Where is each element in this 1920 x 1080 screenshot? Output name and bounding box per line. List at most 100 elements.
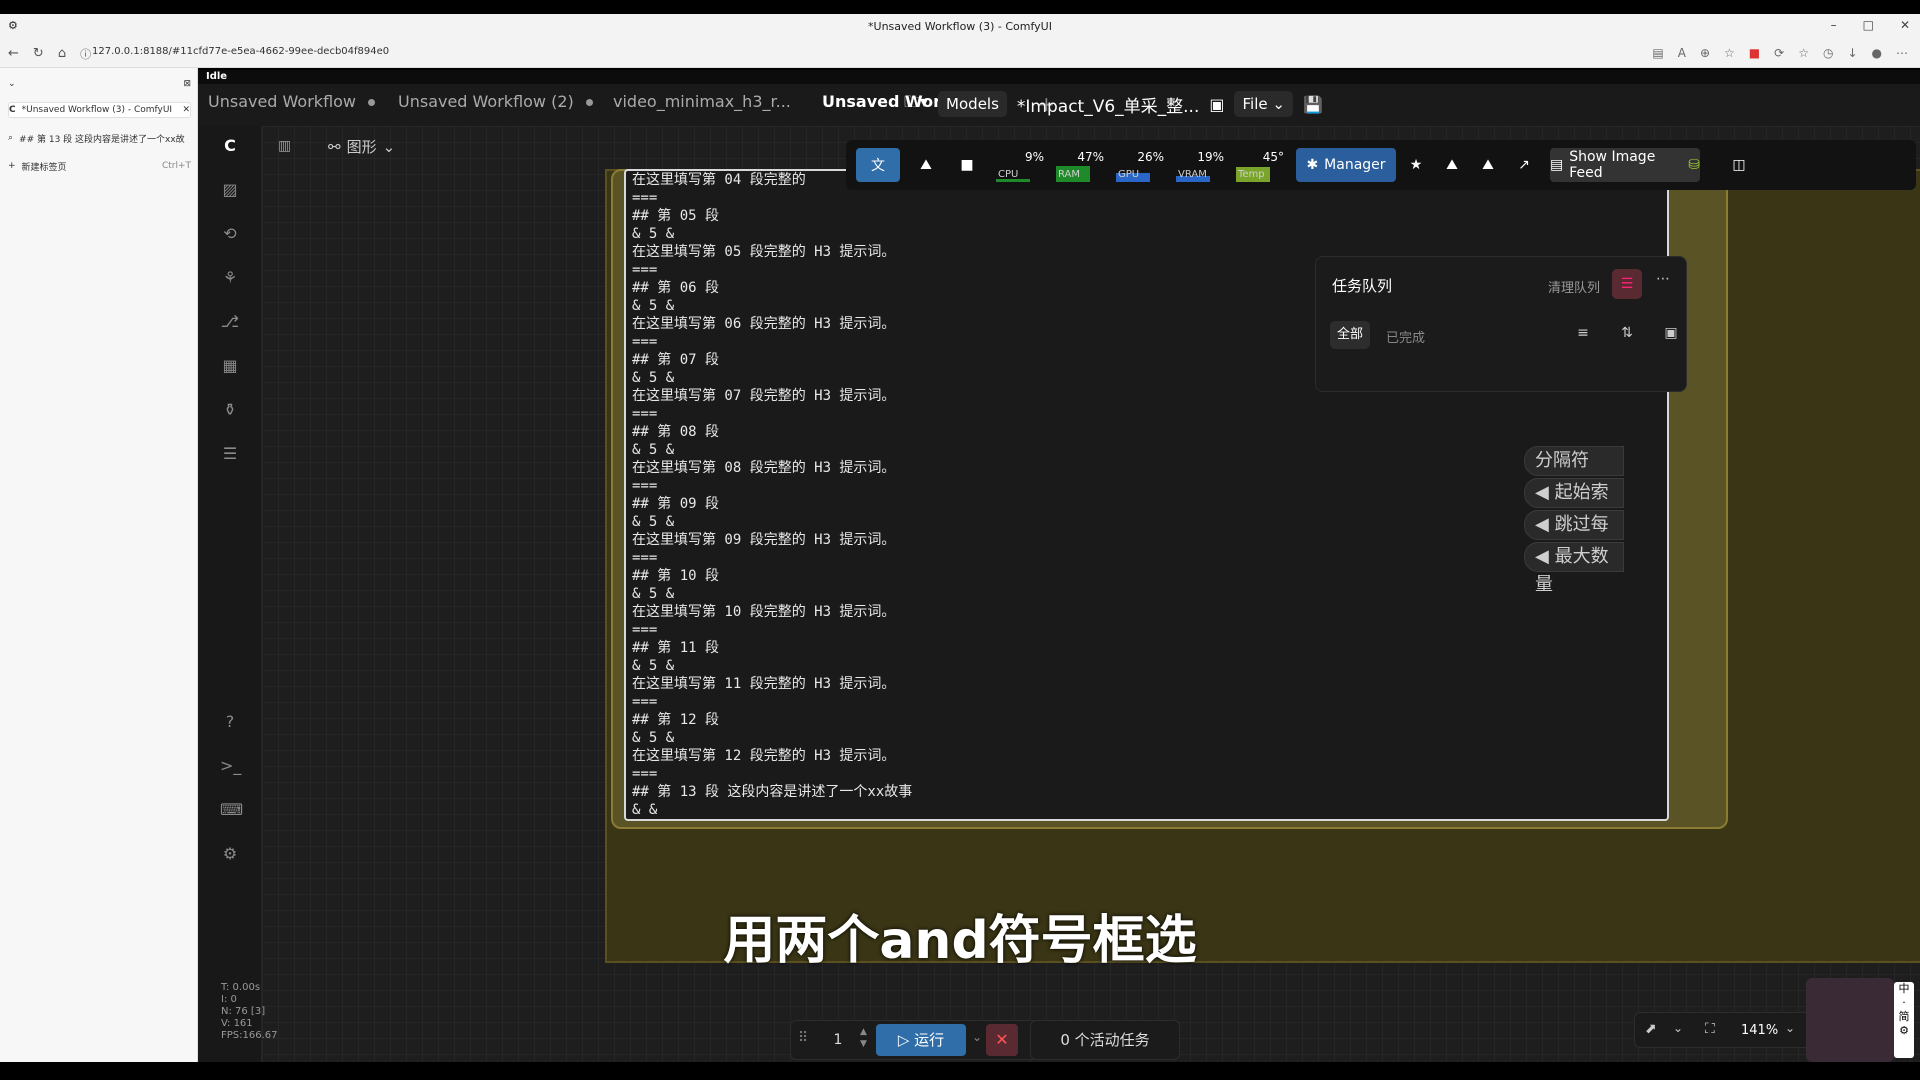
chevron-down-icon[interactable]: ⌄	[1785, 1021, 1795, 1035]
home-icon[interactable]: ⌂	[58, 46, 66, 62]
profile-icon[interactable]: ●	[1872, 46, 1882, 60]
cpu-value: 9%	[1024, 150, 1044, 164]
editor-line: 在这里填写第 08 段完整的 H3 提示词。	[632, 460, 896, 476]
widget-max-count[interactable]: ◀ 最大数量	[1524, 542, 1624, 595]
download-icon[interactable]: ↓	[1847, 46, 1857, 60]
node-library-icon[interactable]: ⚘	[220, 268, 240, 288]
select-tool-icon[interactable]: ⬈	[1645, 1021, 1657, 1037]
model-library-icon[interactable]: ⚱	[220, 400, 240, 420]
bookmark-icon[interactable]: ■	[950, 148, 984, 182]
image-feed-icon: ▤	[1550, 157, 1564, 173]
collapse-sidebar-icon[interactable]: ⊠	[183, 79, 191, 89]
file-menu-button[interactable]: File ⌄	[1234, 91, 1293, 117]
refresh-ext-icon[interactable]: ⟳	[1774, 46, 1784, 60]
unsaved-dot-icon	[585, 99, 593, 106]
reload-icon[interactable]: ↻	[33, 46, 44, 62]
page-icon[interactable]: ▤	[1652, 46, 1663, 60]
ime-indicator-icon[interactable]: 中 · 简 ⚙	[1894, 982, 1914, 1058]
back-icon[interactable]: ←	[8, 46, 19, 62]
zoom-icon[interactable]: ⊕	[1700, 46, 1710, 60]
fit-view-icon[interactable]: ⛶	[1705, 1021, 1715, 1037]
ram-meter: 47% RAM	[1056, 148, 1106, 182]
star-button[interactable]: ★	[1400, 148, 1432, 182]
editor-line: ===	[632, 478, 658, 494]
workflows-icon[interactable]: ⎇	[220, 312, 240, 332]
extension-icon[interactable]: ■	[1749, 46, 1760, 60]
keyboard-icon[interactable]: ⌨	[220, 800, 243, 820]
editor-line: ## 第 13 段 这段内容是讲述了一个xx故事	[632, 784, 913, 800]
editor-line: & 5 &	[632, 586, 675, 602]
settings-gear-icon[interactable]: ⚙	[220, 844, 240, 864]
star-icon[interactable]: ☆	[1724, 46, 1735, 60]
tab-workflow-2[interactable]: Unsaved Workflow (2)	[388, 84, 603, 124]
drag-handle-icon[interactable]: ⠿	[798, 1030, 808, 1046]
new-tab-button[interactable]: + 新建标签页 Ctrl+T	[8, 158, 191, 174]
ram-label: RAM	[1058, 169, 1081, 180]
stat-line: I: 0	[221, 994, 237, 1005]
save-icon[interactable]: 💾	[1303, 95, 1323, 114]
favorites-icon[interactable]: ☆	[1798, 46, 1809, 60]
tab-workflow-1[interactable]: Unsaved Workflow	[198, 84, 388, 124]
graph-mode-button[interactable]: ⚯ 图形 ⌄	[328, 136, 395, 157]
widget-separator[interactable]: 分隔符	[1524, 446, 1624, 476]
translate-button[interactable]: 文	[856, 148, 900, 182]
browser-tab[interactable]: ⌕ ## 第 13 段 这段内容是讲述了一个xx故	[8, 130, 191, 146]
run-options-chevron-icon[interactable]: ⌄	[972, 1030, 982, 1044]
vram-label: VRAM	[1178, 169, 1207, 180]
history-icon[interactable]: ◷	[1823, 46, 1833, 60]
share-icon[interactable]: ↗	[1508, 148, 1540, 182]
crystools-logo-icon[interactable]: ⛰	[906, 148, 946, 182]
help-icon[interactable]: ?	[220, 712, 240, 732]
editor-line: ## 第 08 段	[632, 424, 720, 440]
filter-icon[interactable]: ≡	[1572, 325, 1594, 347]
translate-icon[interactable]: A	[1678, 46, 1686, 60]
filter-done-tab[interactable]: 已完成	[1386, 327, 1425, 346]
more-options-icon[interactable]: ⋯	[1656, 271, 1670, 287]
models-button[interactable]: Models	[938, 91, 1007, 117]
gallery-icon[interactable]: ▣	[1660, 325, 1682, 347]
tab-workflow-3[interactable]: video_minimax_h3_r...	[603, 84, 808, 142]
image-icon[interactable]: ▣	[1209, 95, 1224, 114]
info-icon[interactable]: ⓘ	[80, 46, 91, 62]
toggle-panel-icon[interactable]: ◫	[1722, 148, 1756, 182]
image-library-icon[interactable]: ▨	[220, 180, 240, 200]
filter-all-tab[interactable]: 全部	[1330, 321, 1370, 349]
minimize-icon[interactable]: –	[1831, 18, 1837, 32]
queue-icon[interactable]: ☰	[220, 444, 240, 464]
editor-line: ===	[632, 406, 658, 422]
clear-queue-button[interactable]: ☰	[1612, 269, 1642, 299]
url-field[interactable]: 127.0.0.1:8188/#11cfd77e-e5ea-4662-99ee-…	[92, 46, 389, 57]
tab-label: Unsaved Workflow	[208, 92, 357, 111]
templates-icon[interactable]: ▦	[220, 356, 240, 376]
manager-button[interactable]: ✱ Manager	[1296, 148, 1396, 182]
stepper-icon[interactable]: ▲ ▼	[860, 1026, 867, 1050]
chevron-down-icon[interactable]: ⌄	[1673, 1021, 1683, 1035]
zoom-level[interactable]: 141%	[1741, 1023, 1778, 1038]
chevron-down-icon[interactable]: ⌄	[8, 79, 16, 89]
cancel-run-button[interactable]: ✕	[986, 1024, 1018, 1056]
comfy-logo-icon[interactable]: C	[220, 136, 240, 156]
browser-tab-label: ## 第 13 段 这段内容是讲述了一个xx故	[19, 134, 185, 145]
browser-tab-label: *Unsaved Workflow (3) - ComfyUI	[21, 105, 173, 115]
editor-line: ## 第 12 段	[632, 712, 720, 728]
widget-start-index[interactable]: ◀ 起始索引	[1524, 478, 1624, 531]
sync-icon[interactable]: ⟲	[220, 224, 240, 244]
editor-line: & 5 &	[632, 514, 675, 530]
run-button[interactable]: ▷ 运行	[876, 1024, 966, 1056]
crystools-alt-icon[interactable]: ⛰	[1472, 148, 1504, 182]
close-icon[interactable]: ✕	[1900, 18, 1910, 32]
active-tasks-indicator[interactable]: 0 个活动任务	[1030, 1020, 1180, 1060]
editor-line: ## 第 05 段	[632, 208, 720, 224]
terminal-icon[interactable]: >_	[220, 756, 241, 776]
crystools-icon[interactable]: ⛰	[1436, 148, 1468, 182]
show-image-feed-button[interactable]: ▤ Show Image Feed ⛁	[1550, 148, 1700, 182]
maximize-icon[interactable]: □	[1863, 18, 1874, 32]
layout-icon[interactable]: ▥	[278, 138, 291, 154]
folder-icon[interactable]: 🗀▾	[904, 91, 928, 118]
more-icon[interactable]: ⋯	[1896, 46, 1908, 60]
sort-icon[interactable]: ⇅	[1616, 325, 1638, 347]
tab-close-icon[interactable]: ✕	[182, 105, 190, 115]
widget-skip-every[interactable]: ◀ 跳过每	[1524, 510, 1624, 540]
browser-tab-active[interactable]: C *Unsaved Workflow (3) - ComfyUI ✕	[8, 102, 191, 118]
batch-count-input[interactable]: 1	[820, 1026, 856, 1054]
